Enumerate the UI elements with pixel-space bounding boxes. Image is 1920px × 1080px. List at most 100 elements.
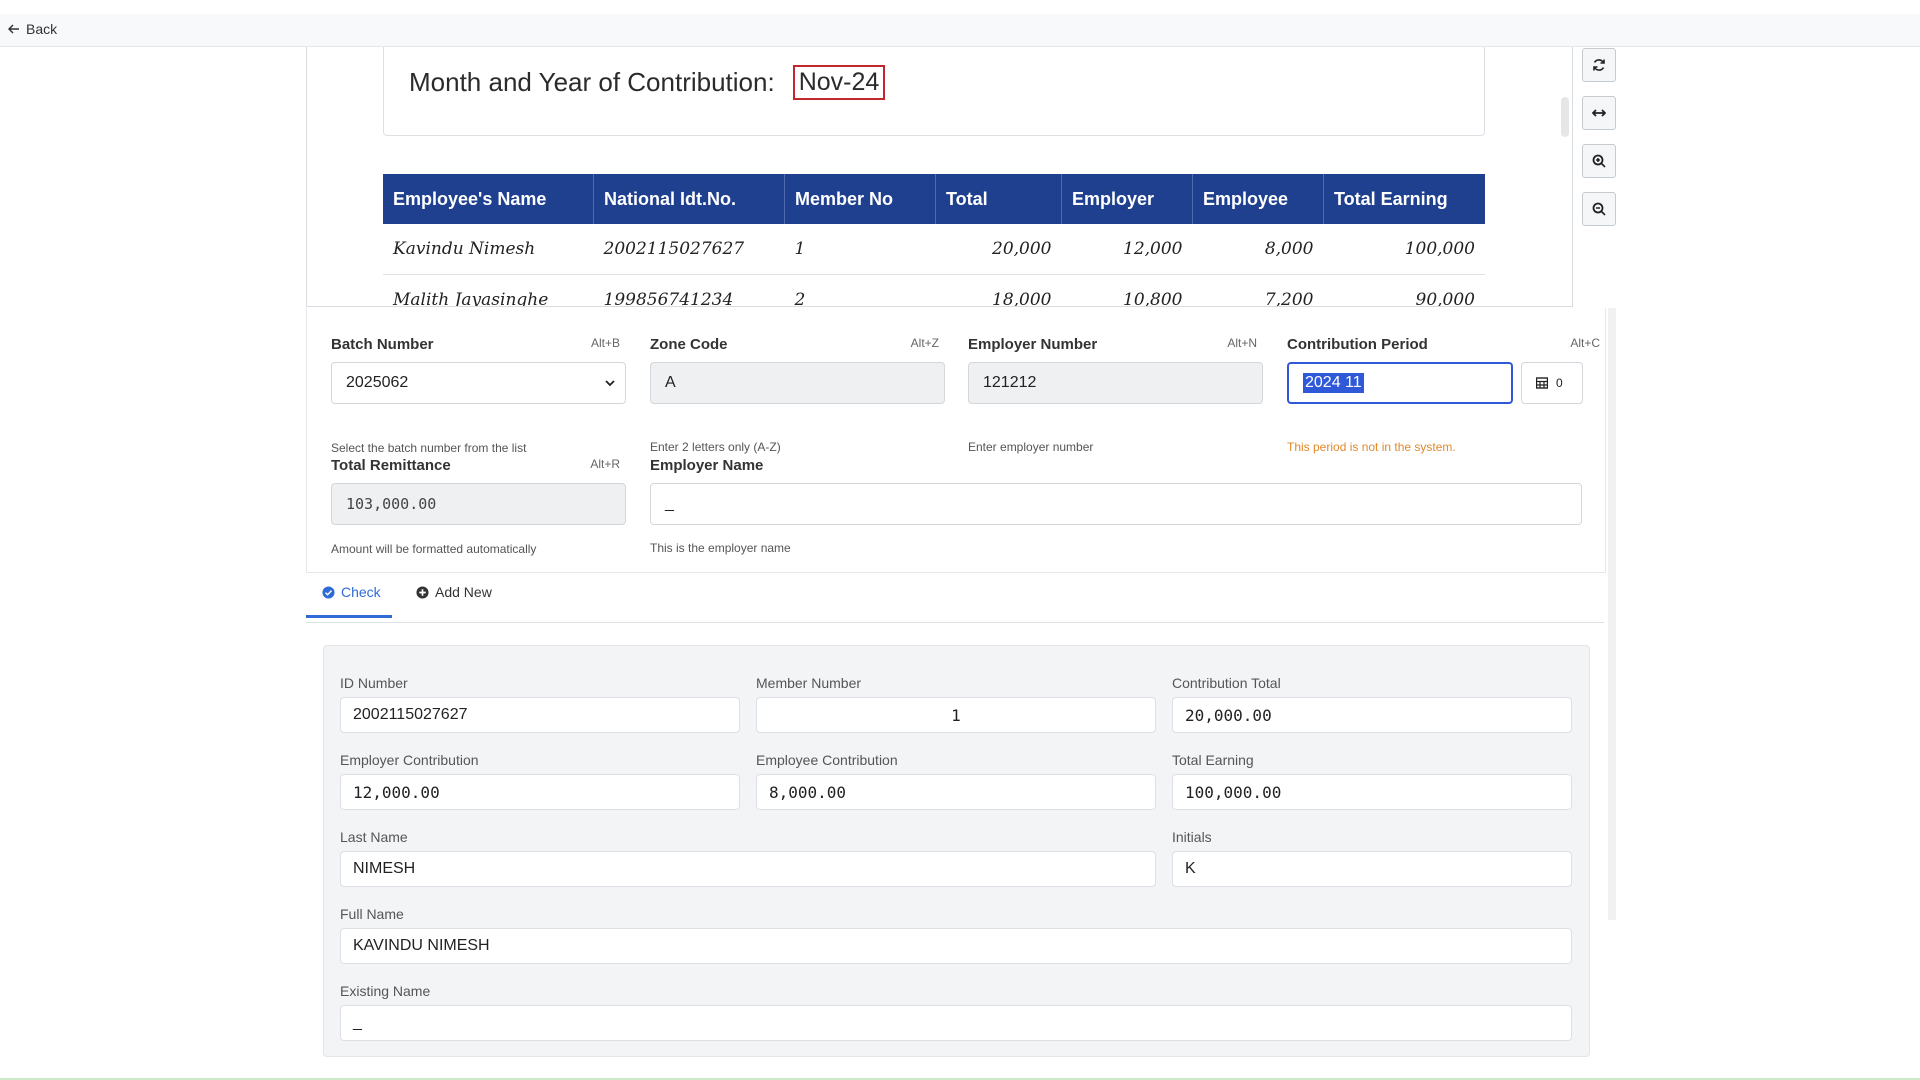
member-number-label: Member Number <box>756 675 862 691</box>
table-cell: Malith Jayasinghe <box>383 274 594 306</box>
fit-width-icon <box>1592 109 1606 117</box>
contribution-total-value: 20,000.00 <box>1185 705 1272 725</box>
tab-check[interactable]: Check <box>322 584 381 600</box>
calendar-button[interactable]: 0 <box>1521 362 1583 404</box>
remittance-form: Batch Number Alt+B 2025062 Select the ba… <box>306 308 1606 573</box>
page-scrollbar[interactable] <box>1608 308 1616 920</box>
initials-label: Initials <box>1172 829 1212 845</box>
viewer-scrollbar[interactable] <box>1561 97 1569 137</box>
column-header: Employer <box>1061 174 1193 224</box>
remittance-label: Total Remittance <box>331 457 451 474</box>
report-title-value: Nov-24 <box>792 65 886 100</box>
batch-label: Batch Number <box>331 336 434 353</box>
table-cell: 1 <box>784 224 936 275</box>
refresh-button[interactable] <box>1582 48 1616 82</box>
active-tab-indicator <box>306 615 392 618</box>
zone-label: Zone Code <box>650 336 728 353</box>
report-title-box: Month and Year of Contribution: Nov-24 <box>383 47 1485 136</box>
column-header: Total <box>935 174 1062 224</box>
zoom-in-button[interactable] <box>1582 144 1616 178</box>
chevron-down-icon <box>605 380 615 387</box>
table-cell: 2 <box>784 274 936 306</box>
remittance-hotkey: Alt+R <box>590 457 620 471</box>
total-earning-input[interactable]: 100,000.00 <box>1172 774 1572 810</box>
report-title-label: Month and Year of Contribution: <box>409 67 775 97</box>
column-header: National Idt.No. <box>593 174 785 224</box>
employer-number-input[interactable]: 121212 <box>968 362 1263 404</box>
table-cell: 18,000 <box>935 274 1062 306</box>
tab-add-new-label: Add New <box>435 584 492 600</box>
zone-hotkey: Alt+Z <box>910 336 939 350</box>
batch-help: Select the batch number from the list <box>331 441 527 455</box>
table-cell: 90,000 <box>1323 274 1485 306</box>
zoom-out-button[interactable] <box>1582 192 1616 226</box>
id-number-value: 2002115027627 <box>353 706 468 723</box>
last-name-label: Last Name <box>340 829 408 845</box>
total-remittance-input[interactable]: 103,000.00 <box>331 483 626 525</box>
employer-contribution-input[interactable]: 12,000.00 <box>340 774 740 810</box>
period-label: Contribution Period <box>1287 336 1428 353</box>
period-hotkey: Alt+C <box>1570 336 1600 350</box>
zone-help: Enter 2 letters only (A-Z) <box>650 440 781 454</box>
initials-input[interactable]: K <box>1172 851 1572 887</box>
employer-number-value: 121212 <box>983 374 1037 391</box>
table-cell: 8,000 <box>1192 224 1324 275</box>
employer-name-label: Employer Name <box>650 457 764 474</box>
tab-add-new[interactable]: Add New <box>416 584 492 600</box>
calendar-count: 0 <box>1556 376 1563 390</box>
action-tabs: Check Add New <box>306 572 1604 623</box>
refresh-icon <box>1593 59 1605 71</box>
existing-name-input[interactable]: _ <box>340 1005 1572 1041</box>
column-header: Total Earning <box>1323 174 1485 224</box>
zone-code-input[interactable]: A <box>650 362 945 404</box>
contribution-total-input[interactable]: 20,000.00 <box>1172 697 1572 733</box>
batch-value: 2025062 <box>346 374 409 391</box>
zone-field: Zone Code Alt+Z A Enter 2 letters only (… <box>650 336 945 454</box>
table-cell: 199856741234 <box>593 274 785 306</box>
remittance-help: Amount will be formatted automatically <box>331 542 537 556</box>
batch-select[interactable]: 2025062 <box>331 362 626 404</box>
table-header-row: Employee's Name National Idt.No. Member … <box>383 174 1485 224</box>
employer-name-input[interactable]: _ <box>650 483 1582 525</box>
zone-value: A <box>665 374 676 391</box>
column-header: Member No <box>784 174 936 224</box>
employer-contribution-value: 12,000.00 <box>353 782 440 802</box>
zoom-in-icon <box>1592 154 1606 168</box>
last-name-input[interactable]: NIMESH <box>340 851 1156 887</box>
arrow-left-icon <box>8 24 19 34</box>
last-name-value: NIMESH <box>353 860 416 877</box>
zoom-out-icon <box>1592 202 1606 216</box>
back-button[interactable]: Back <box>8 21 57 37</box>
full-name-input[interactable]: KAVINDU NIMESH <box>340 928 1572 964</box>
employer-name-field: Employer Name _ This is the employer nam… <box>650 457 1582 555</box>
table-row: Kavindu Nimesh 2002115027627 1 20,000 12… <box>383 224 1485 275</box>
period-value: 2024 11 <box>1303 373 1364 393</box>
table-cell: 7,200 <box>1192 274 1324 306</box>
column-header: Employee <box>1192 174 1324 224</box>
existing-name-value: _ <box>353 1014 362 1031</box>
id-number-input[interactable]: 2002115027627 <box>340 697 740 733</box>
batch-hotkey: Alt+B <box>590 336 620 350</box>
member-number-input[interactable]: 1 <box>756 697 1156 733</box>
calendar-icon <box>1536 377 1548 389</box>
id-number-label: ID Number <box>340 675 408 691</box>
table-cell: 10,800 <box>1061 274 1193 306</box>
employer-number-field: Employer Number Alt+N 121212 Enter emplo… <box>968 336 1263 454</box>
tab-check-label: Check <box>341 584 381 600</box>
table-row: Malith Jayasinghe 199856741234 2 18,000 … <box>383 274 1485 306</box>
column-header: Employee's Name <box>383 174 594 224</box>
top-bar: Back <box>0 14 1920 47</box>
employee-contribution-value: 8,000.00 <box>769 782 847 802</box>
remittance-value: 103,000.00 <box>346 495 437 513</box>
report-viewer[interactable]: Month and Year of Contribution: Nov-24 E… <box>306 47 1573 307</box>
member-detail-panel: ID Number 2002115027627 Member Number 1 … <box>323 645 1590 1057</box>
batch-field: Batch Number Alt+B 2025062 Select the ba… <box>331 336 626 455</box>
total-earning-label: Total Earning <box>1172 752 1254 768</box>
fit-width-button[interactable] <box>1582 96 1616 130</box>
employee-contribution-input[interactable]: 8,000.00 <box>756 774 1156 810</box>
employer-contribution-label: Employer Contribution <box>340 752 479 768</box>
contribution-total-label: Contribution Total <box>1172 675 1281 691</box>
remittance-field: Total Remittance Alt+R 103,000.00 Amount… <box>331 457 626 556</box>
employer-name-help: This is the employer name <box>650 541 791 555</box>
contribution-period-input[interactable]: 2024 11 <box>1287 362 1513 404</box>
